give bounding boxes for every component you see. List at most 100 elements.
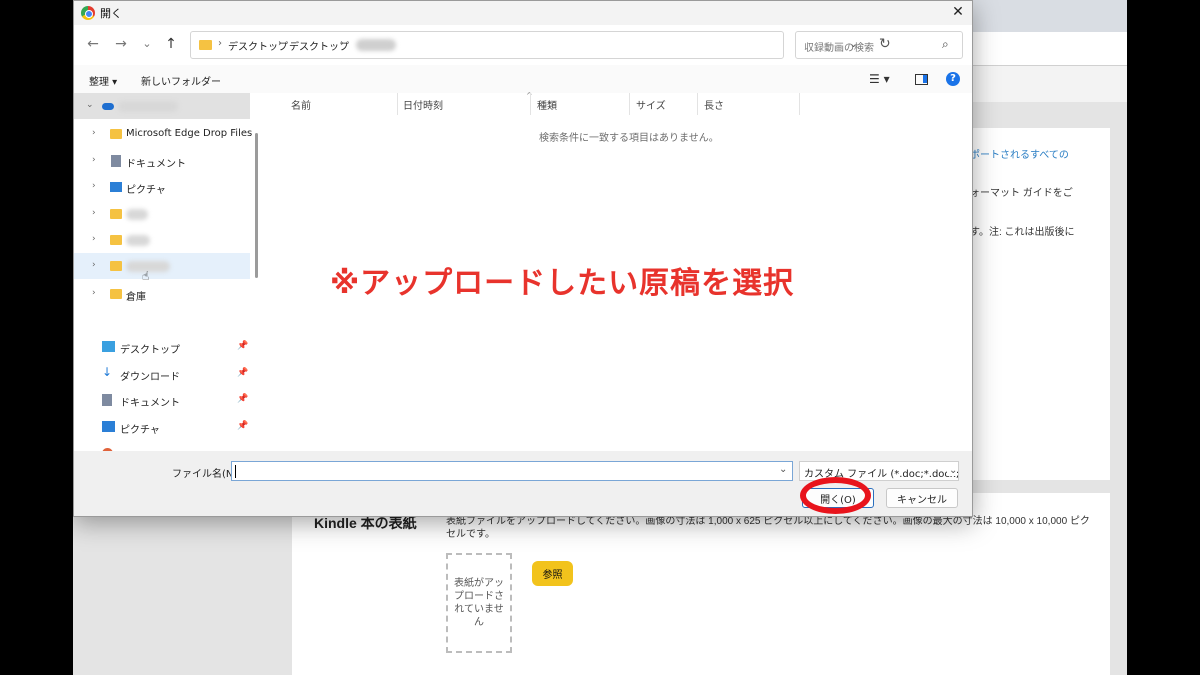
desktop-icon (102, 341, 115, 352)
picture-icon (110, 182, 122, 192)
quick-access-label: デスクトップ (120, 345, 180, 356)
screen: ☆ ポートされるすべての ォーマット ガイドをご す。注: これは出版後に Ki… (73, 0, 1127, 675)
tree-item-documents[interactable]: › ドキュメント (74, 148, 250, 174)
redacted-folder-name (356, 39, 396, 51)
cancel-button[interactable]: キャンセル (886, 488, 958, 508)
highlight-circle (800, 477, 871, 514)
column-header-size[interactable]: サイズ (636, 97, 666, 112)
tree-item-folder[interactable]: › (74, 201, 250, 227)
quick-access-documents[interactable]: ドキュメント 📌 (74, 387, 250, 413)
cover-description: 表紙ファイルをアップロードしてください。画像の寸法は 1,000 x 625 ピ… (446, 516, 1090, 540)
scrollbar[interactable] (255, 133, 258, 278)
tree-item-label: 倉庫 (126, 292, 146, 303)
empty-results-message: 検索条件に一致する項目はありません。 (539, 133, 719, 144)
dialog-title: 開く (100, 7, 122, 20)
folder-icon (110, 289, 122, 299)
folder-icon (199, 40, 212, 50)
address-bar[interactable]: › デスクトップ › デスクトップ › ⌄ ↻ (190, 31, 891, 59)
column-separator[interactable] (397, 93, 398, 115)
mouse-cursor-icon: ☝ (142, 269, 150, 283)
chevron-right-icon[interactable]: › (92, 208, 96, 218)
column-header-length[interactable]: 長さ (704, 97, 724, 112)
quick-access-downloads[interactable]: ↓ ダウンロード 📌 (74, 361, 250, 387)
recent-locations-icon[interactable]: ⌄ (138, 35, 156, 53)
folder-icon (110, 235, 122, 245)
chevron-right-icon[interactable]: › (92, 260, 96, 270)
navigation-pane: ⌄ › Microsoft Edge Drop Files › ドキュメント ›… (74, 93, 262, 451)
chevron-right-icon[interactable]: › (92, 288, 96, 298)
chevron-right-icon[interactable]: › (92, 181, 96, 191)
up-arrow-icon[interactable]: ↑ (162, 35, 180, 53)
navigation-bar: ← → ⌄ ↑ › デスクトップ › デスクトップ › ⌄ ↻ 収録動画の検索 … (74, 25, 972, 65)
quick-access-partial[interactable] (74, 441, 250, 451)
tree-item-storage[interactable]: › 倉庫 (74, 281, 250, 307)
forward-arrow-icon[interactable]: → (112, 35, 130, 53)
cover-placeholder: 表紙がアップロードされていません (446, 553, 512, 653)
column-header-date[interactable]: 日付時刻 (403, 97, 443, 112)
folder-icon (110, 209, 122, 219)
pin-icon[interactable]: 📌 (237, 368, 248, 378)
column-header-type[interactable]: 種類 (537, 97, 557, 112)
tree-item-edge-drop[interactable]: › Microsoft Edge Drop Files (74, 121, 253, 147)
chrome-icon (81, 6, 95, 20)
column-separator[interactable] (799, 93, 800, 115)
instruction-annotation: ※アップロードしたい原稿を選択 (330, 266, 795, 301)
redacted-label (126, 235, 150, 246)
document-icon (111, 155, 121, 167)
chevron-right-icon[interactable]: › (92, 128, 96, 138)
document-icon (102, 394, 112, 406)
chevron-down-icon[interactable]: ⌄ (86, 100, 94, 110)
search-placeholder: 収録動画の検索 (804, 43, 874, 54)
help-icon[interactable]: ? (946, 72, 960, 86)
column-separator[interactable] (530, 93, 531, 115)
chevron-down-icon[interactable]: ⌄ (779, 464, 787, 475)
column-separator[interactable] (629, 93, 630, 115)
breadcrumb-separator: › (218, 38, 222, 49)
preview-pane-icon[interactable] (915, 74, 928, 85)
page-text-link[interactable]: ポートされるすべての (970, 146, 1069, 161)
column-header-name[interactable]: 名前 (291, 97, 311, 112)
column-separator[interactable] (697, 93, 698, 115)
page-text: ォーマット ガイドをご (970, 188, 1073, 199)
new-folder-button[interactable]: 新しいフォルダー (141, 73, 221, 88)
breadcrumb-separator: › (278, 38, 282, 49)
view-options-icon[interactable]: ☰ ▾ (869, 72, 890, 86)
back-arrow-icon[interactable]: ← (84, 35, 102, 53)
chevron-down-icon[interactable]: ⌄ (947, 465, 958, 476)
filename-input[interactable]: ⌄ (231, 461, 793, 481)
chevron-right-icon[interactable]: › (92, 234, 96, 244)
pin-icon[interactable]: 📌 (237, 421, 248, 431)
pin-icon[interactable]: 📌 (237, 341, 248, 351)
quick-access-label: ドキュメント (120, 398, 180, 409)
redacted-label (118, 101, 178, 112)
pin-icon[interactable]: 📌 (237, 394, 248, 404)
search-icon[interactable]: ⌕ (942, 37, 949, 52)
close-icon[interactable]: ✕ (948, 2, 968, 22)
browse-button[interactable]: 参照 (532, 561, 573, 586)
text-caret (235, 465, 236, 478)
breadcrumb-separator: › (340, 38, 344, 49)
quick-access-pictures[interactable]: ピクチャ 📌 (74, 414, 250, 440)
download-icon: ↓ (102, 365, 113, 379)
folder-icon (110, 261, 122, 271)
quick-access-desktop[interactable]: デスクトップ 📌 (74, 334, 250, 360)
tree-item-pictures[interactable]: › ピクチャ (74, 174, 250, 200)
chevron-right-icon[interactable]: › (92, 155, 96, 165)
dialog-titlebar: 開く ✕ (74, 1, 972, 25)
tree-item-onedrive[interactable]: ⌄ (74, 93, 250, 119)
command-bar: 整理 ▾ 新しいフォルダー ☰ ▾ ? (74, 65, 972, 93)
organize-button[interactable]: 整理 ▾ (89, 73, 117, 88)
tree-item-folder[interactable]: › (74, 227, 250, 253)
redacted-label (126, 209, 148, 220)
quick-access-label: ダウンロード (120, 372, 180, 383)
picture-icon (102, 421, 115, 432)
tree-item-folder[interactable]: › (74, 253, 250, 279)
quick-access-label: ピクチャ (120, 425, 160, 436)
tree-item-label: Microsoft Edge Drop Files (126, 128, 253, 139)
cloud-icon (102, 103, 114, 110)
tree-item-label: ドキュメント (126, 159, 186, 170)
tree-item-label: ピクチャ (126, 185, 166, 196)
cover-placeholder-text: 表紙がアップロードされていません (454, 578, 504, 628)
folder-icon (110, 129, 122, 139)
search-input[interactable]: 収録動画の検索 ⌕ (795, 31, 963, 59)
